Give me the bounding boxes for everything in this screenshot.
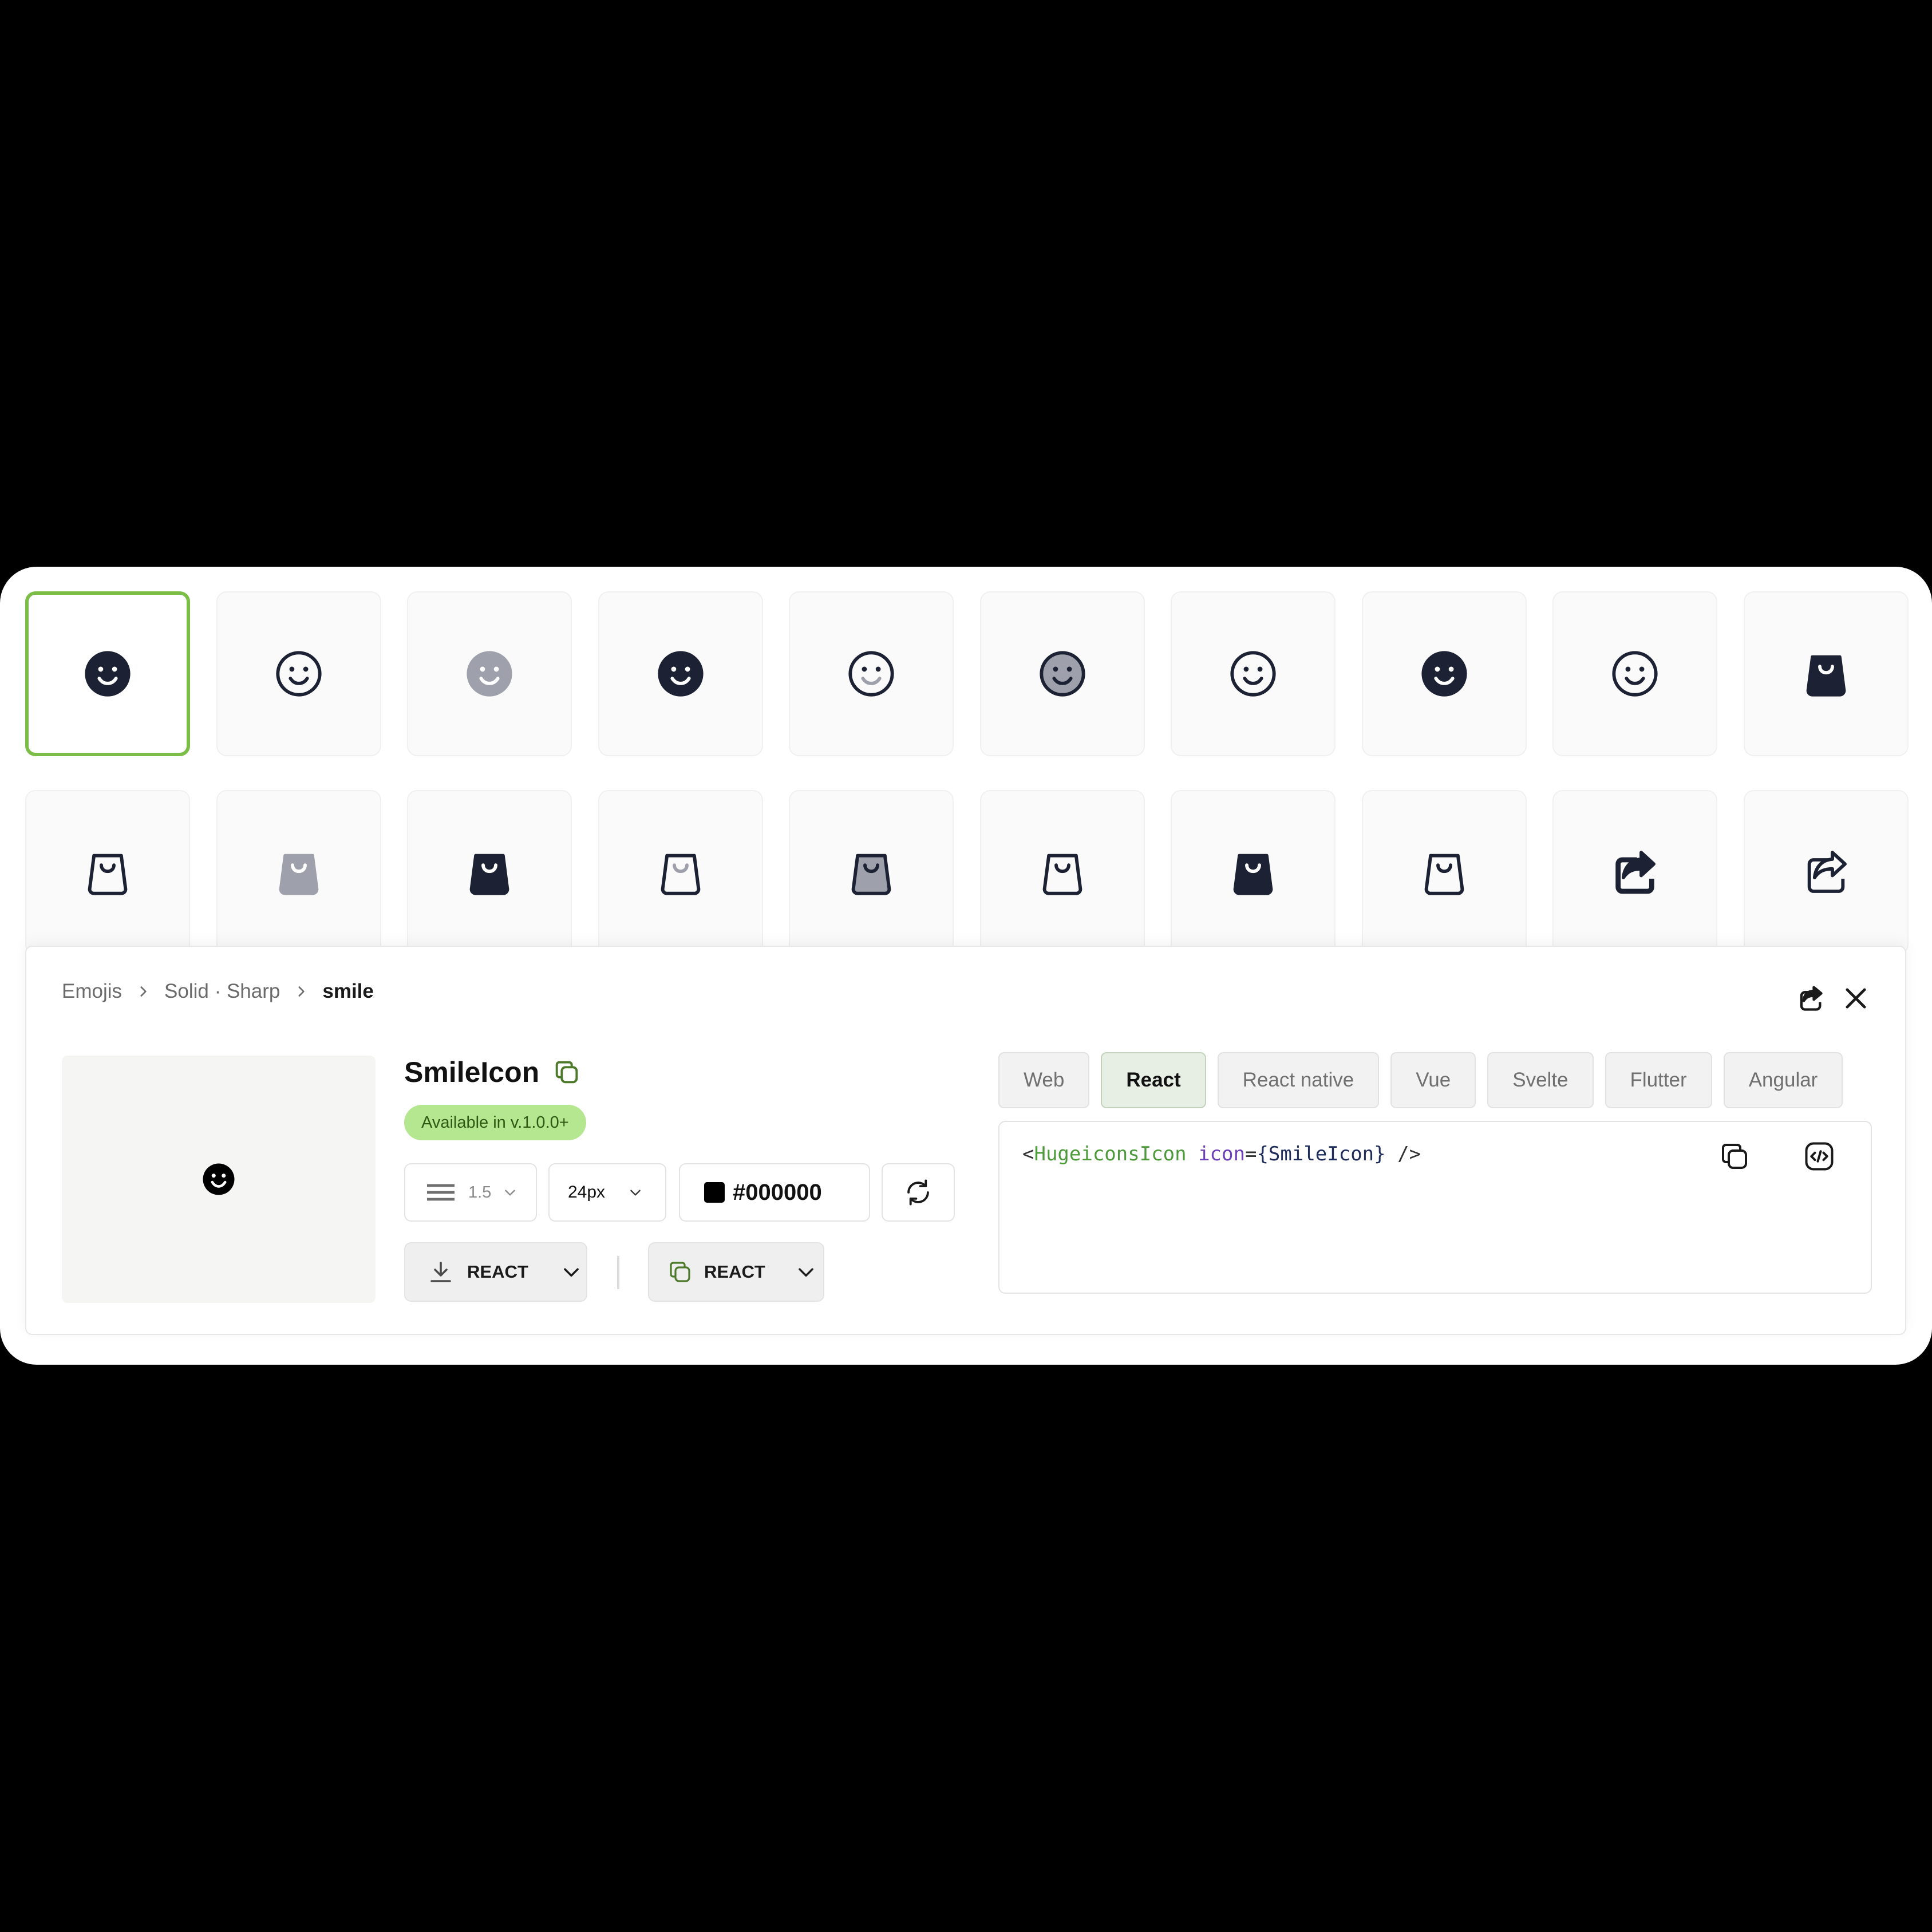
button-divider [617,1256,619,1289]
tab-react-native[interactable]: React native [1217,1052,1380,1108]
shopping-bag-solid-icon [1228,847,1278,898]
icon-browser-card: Emojis Solid · Sharp smile SmileIcon Ava… [0,567,1932,1365]
shopping-bag-stroke-icon [1037,847,1088,898]
version-badge: Available in v.1.0.0+ [404,1105,586,1140]
tab-react[interactable]: React [1101,1052,1206,1108]
shopping-bag-stroke-icon [82,847,133,898]
chevron-right-icon [140,986,147,997]
tab-flutter[interactable]: Flutter [1605,1052,1712,1108]
icon-tile[interactable] [25,591,190,756]
breadcrumb-category[interactable]: Emojis [62,980,122,1003]
icon-preview [62,1056,376,1303]
chevron-down-icon [798,1268,813,1277]
smile-bulk-icon [1037,649,1088,699]
icon-tile[interactable] [1171,591,1336,756]
share-icon[interactable] [1795,983,1825,1013]
framework-tabs: Web React React native Vue Svelte Flutter Angu… [998,1052,1843,1108]
stroke-width-select[interactable]: 1.5 [404,1163,537,1222]
tab-web[interactable]: Web [998,1052,1090,1108]
icon-tile[interactable] [789,790,954,955]
color-picker[interactable]: #000000 [679,1163,870,1222]
chevron-down-icon [563,1268,579,1277]
smile-stroke-icon [1610,649,1660,699]
icon-name: SmileIcon [404,1056,540,1088]
size-select[interactable]: 24px [548,1163,666,1222]
code-eq: = [1244,1143,1257,1165]
download-button[interactable]: REACT [404,1242,587,1302]
chevron-down-icon [505,1190,516,1196]
tab-vue[interactable]: Vue [1390,1052,1476,1108]
icon-detail-panel: Emojis Solid · Sharp smile SmileIcon Ava… [25,946,1906,1335]
icon-tile[interactable] [216,591,381,756]
code-close: /> [1385,1143,1421,1165]
smile-preview-icon [203,1163,235,1195]
share-stroke-icon [1801,847,1851,898]
icon-tile[interactable] [598,591,763,756]
panel-actions [1795,983,1871,1013]
icon-tile[interactable] [980,790,1145,955]
icon-tile[interactable] [980,591,1145,756]
copy-button[interactable]: REACT [648,1242,824,1302]
icon-tile[interactable] [598,790,763,955]
icon-tile[interactable] [1362,591,1527,756]
icon-tile[interactable] [1552,790,1717,955]
shopping-bag-bulk-icon [846,847,896,898]
code-value: {SmileIcon} [1257,1143,1386,1165]
code-open: < [1022,1143,1034,1165]
code-view-icon[interactable] [1802,1139,1836,1174]
icon-tile[interactable] [216,790,381,955]
breadcrumb-style[interactable]: Solid · Sharp [164,980,280,1003]
code-snippet[interactable]: <HugeiconsIcon icon={SmileIcon} /> [1022,1143,1421,1165]
tab-angular[interactable]: Angular [1723,1052,1843,1108]
icon-tile[interactable] [25,790,190,955]
stroke-width-value: 1.5 [468,1183,492,1202]
smile-solid-icon [655,649,706,699]
code-actions [1717,1139,1836,1174]
code-tag: HugeiconsIcon [1034,1143,1187,1165]
icon-tile[interactable] [1362,790,1527,955]
copy-icon [670,1262,690,1282]
close-icon[interactable] [1841,983,1871,1013]
reset-button[interactable] [882,1163,955,1222]
smile-stroke-icon [1228,649,1278,699]
size-value: 24px [568,1183,606,1202]
copy-label: REACT [704,1262,765,1282]
tab-svelte[interactable]: Svelte [1487,1052,1594,1108]
refresh-icon [907,1179,929,1206]
icon-tile[interactable] [407,790,572,955]
chevron-down-icon [630,1190,641,1196]
share-solid-icon [1610,847,1660,898]
shopping-bag-duotone-icon [274,847,324,898]
icon-tile[interactable] [1744,591,1909,756]
shopping-bag-stroke-icon [1419,847,1469,898]
smile-duotone-icon [464,649,515,699]
smile-twotone-icon [846,649,896,699]
icon-tile[interactable] [1744,790,1909,955]
smile-solid-icon [82,649,133,699]
chevron-right-icon [298,986,305,997]
shopping-bag-twotone-icon [655,847,706,898]
icon-tile[interactable] [1171,790,1336,955]
icon-title-row: SmileIcon [404,1056,582,1089]
smile-solid-icon [1419,649,1469,699]
breadcrumb-current: smile [322,980,374,1002]
breadcrumb: Emojis Solid · Sharp smile [62,980,374,1003]
code-snippet-box: <HugeiconsIcon icon={SmileIcon} /> [998,1121,1872,1294]
download-label: REACT [467,1262,528,1282]
download-icon [430,1262,451,1282]
icon-tile[interactable] [789,591,954,756]
smile-stroke-icon [274,649,324,699]
code-attr: icon [1198,1143,1245,1165]
color-value: #000000 [733,1179,822,1205]
shopping-bag-solid-icon [464,847,515,898]
icon-tile[interactable] [407,591,572,756]
copy-code-icon[interactable] [1717,1139,1752,1174]
shopping-bag-solid-icon [1801,649,1851,699]
icon-tile[interactable] [1552,591,1717,756]
stroke-width-icon [427,1184,455,1201]
copy-name-icon[interactable] [552,1057,582,1087]
color-swatch [704,1182,725,1203]
